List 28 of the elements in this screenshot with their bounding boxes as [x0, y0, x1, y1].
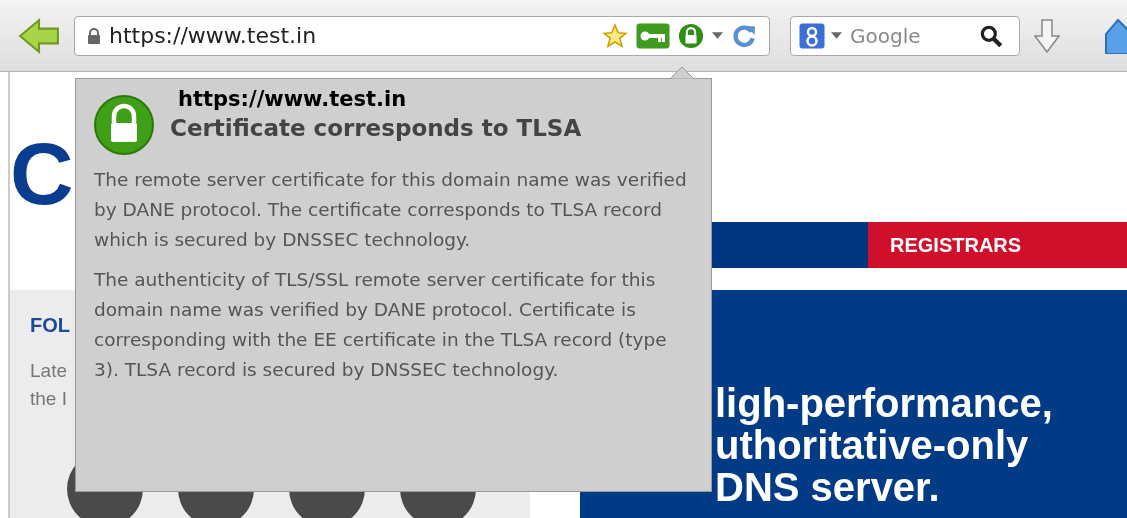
search-field[interactable]: Google [848, 22, 972, 49]
sidebar-text: Late [30, 359, 67, 383]
banner-text: uthoritative-only [715, 424, 1029, 466]
reload-icon[interactable] [731, 22, 757, 49]
sidebar-heading: FOL [30, 314, 70, 337]
nav-link[interactable]: REGISTRARS [868, 222, 1127, 268]
sidebar-text: the I [30, 387, 67, 411]
caret-icon[interactable] [831, 32, 842, 39]
popup-url: https://www.test.in [177, 87, 408, 111]
padlock-icon [87, 27, 101, 44]
search-engine-icon[interactable] [799, 22, 825, 49]
address-text: https://www.test.in [109, 23, 317, 48]
search-box[interactable]: Google [790, 15, 1020, 56]
download-arrow-icon[interactable] [1034, 18, 1060, 53]
address-field[interactable]: https://www.test.in [74, 15, 770, 56]
popup-paragraph: The authenticity of TLS/SSL remote server certificate for this domain name was verified by DANE protocol. Certificate is corresponding with the EE certificate in the TLSA record (type 3). TLSA record is secured by DNSSEC technology. [94, 268, 668, 382]
site-logo: C [10, 130, 74, 218]
back-arrow-icon[interactable] [18, 17, 60, 54]
popup-title: Certificate corresponds to TLSA [170, 115, 582, 141]
popup-paragraph: The remote server certificate for this domain name was verified by DANE protocol. The certificate corresponds to TLSA record which is secured by DNSSEC technology. [94, 168, 688, 252]
banner-text: DNS server. [715, 466, 940, 508]
caret-icon[interactable] [712, 32, 723, 39]
home-icon[interactable] [1102, 17, 1127, 54]
star-icon[interactable] [602, 22, 628, 49]
lock-icon [94, 95, 154, 155]
banner-text: ligh-performance, [715, 382, 1054, 424]
lock-icon[interactable] [678, 22, 704, 49]
key-icon[interactable] [636, 22, 670, 49]
